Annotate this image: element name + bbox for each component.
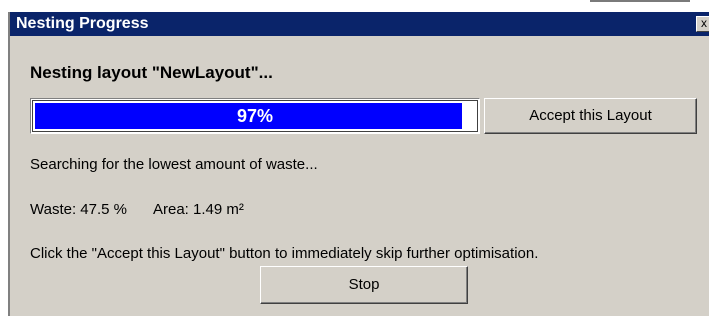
progress-track: 97% [32, 100, 478, 132]
waste-value: Waste: 47.5 % [30, 201, 127, 218]
close-icon: x [701, 16, 707, 30]
nesting-heading: Nesting layout "NewLayout"... [30, 63, 273, 82]
nesting-progress-dialog: Nesting Progress x Nesting layout "NewLa… [8, 12, 709, 316]
hint-text: Click the "Accept this Layout" button to… [30, 245, 539, 262]
stop-button[interactable]: Stop [260, 266, 468, 304]
accept-layout-button[interactable]: Accept this Layout [484, 98, 697, 134]
title-bar[interactable]: Nesting Progress x [10, 12, 709, 36]
close-button[interactable]: x [696, 16, 709, 32]
window-title: Nesting Progress [16, 15, 149, 32]
progress-percent: 97% [236, 106, 274, 126]
background-strip [0, 0, 709, 12]
progress-bar: 97% [30, 98, 480, 134]
background-divider [590, 0, 690, 2]
status-text: Searching for the lowest amount of waste… [30, 156, 318, 173]
metrics-line: Waste: 47.5 % Area: 1.49 m² [30, 201, 244, 218]
area-value: Area: 1.49 m² [153, 201, 244, 218]
